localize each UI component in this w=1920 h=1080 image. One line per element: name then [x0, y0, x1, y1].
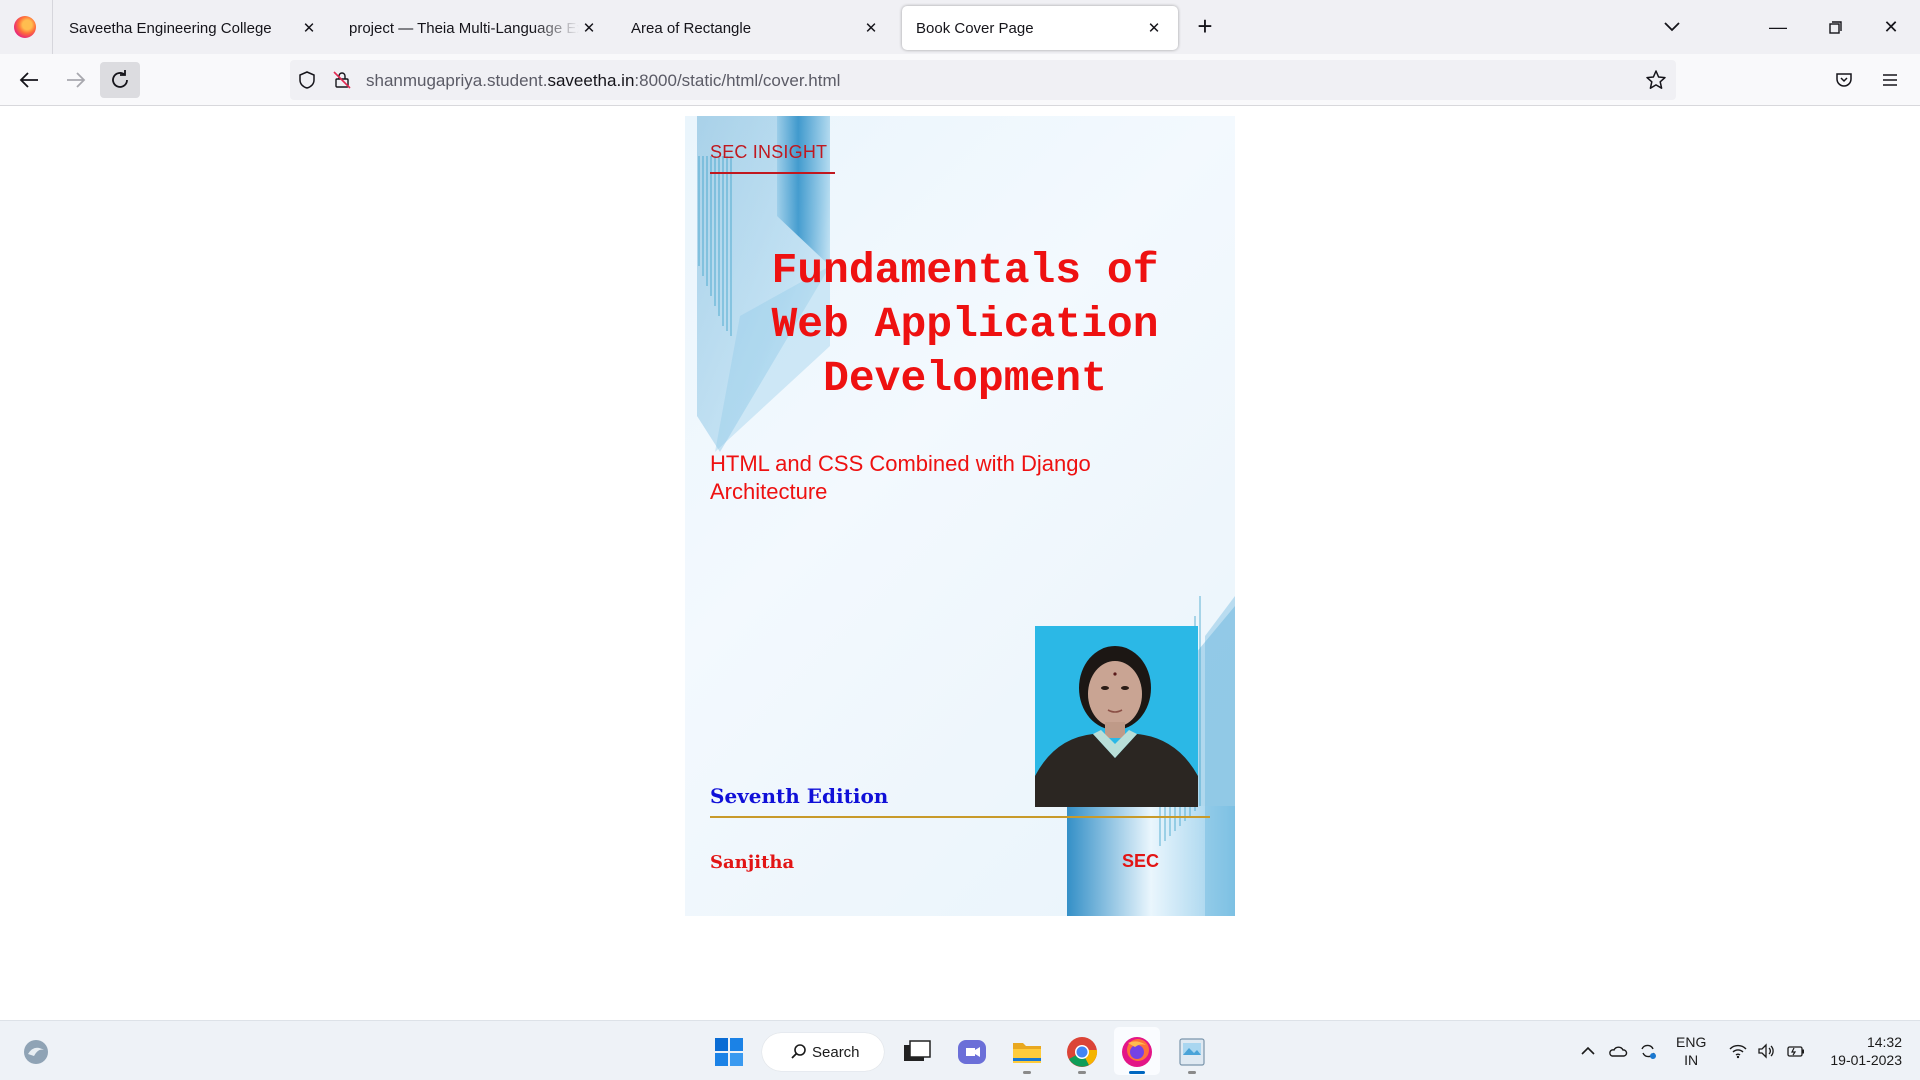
tab-book-cover-page[interactable]: Book Cover Page ✕	[902, 6, 1178, 50]
search-label: Search	[812, 1043, 860, 1061]
bookmark-star-icon[interactable]	[1645, 69, 1667, 91]
tab-saveetha[interactable]: Saveetha Engineering College ✕	[55, 6, 333, 50]
paint-icon[interactable]	[1175, 1035, 1209, 1069]
back-icon[interactable]	[10, 62, 50, 98]
chrome-icon[interactable]	[1065, 1035, 1099, 1069]
close-icon[interactable]: ✕	[1144, 19, 1164, 37]
taskbar-search[interactable]: Search	[762, 1033, 884, 1071]
teams-chat-icon[interactable]	[955, 1035, 989, 1069]
edition-label: Seventh Edition	[710, 784, 889, 808]
tab-bar: Saveetha Engineering College ✕ project —…	[0, 0, 1920, 54]
active-indicator	[1129, 1071, 1145, 1074]
url-host: saveetha.in	[547, 71, 635, 90]
tab-title: Saveetha Engineering College	[69, 19, 272, 37]
chevron-up-icon[interactable]	[1578, 1041, 1598, 1061]
pocket-icon[interactable]	[1834, 70, 1854, 90]
author-photo	[1035, 626, 1198, 807]
url-prefix: shanmugapriya.student.	[366, 71, 548, 90]
author-name: Sanjitha	[710, 852, 795, 873]
title-line: Web Application	[771, 300, 1159, 349]
tab-area-of-rectangle[interactable]: Area of Rectangle ✕	[617, 6, 895, 50]
widgets-icon[interactable]	[22, 1038, 50, 1066]
running-indicator	[1188, 1071, 1196, 1074]
close-icon[interactable]: ✕	[299, 19, 319, 37]
windows-start-icon[interactable]	[712, 1035, 746, 1069]
clock-date: 19-01-2023	[1830, 1052, 1902, 1068]
forward-icon[interactable]	[55, 62, 95, 98]
insecure-lock-icon[interactable]	[332, 70, 352, 90]
sync-icon[interactable]	[1638, 1041, 1658, 1061]
close-icon[interactable]: ✕	[579, 19, 599, 37]
tab-separator	[52, 0, 53, 54]
volume-icon[interactable]	[1756, 1041, 1776, 1061]
list-all-tabs-icon[interactable]	[1660, 14, 1684, 38]
title-line: Fundamentals of	[771, 246, 1159, 295]
tab-title: project — Theia Multi-Language Ex	[349, 19, 579, 37]
book-subtitle: HTML and CSS Combined with Django Archit…	[710, 451, 1091, 504]
file-explorer-icon[interactable]	[1010, 1035, 1044, 1069]
brand-underline	[710, 172, 835, 174]
battery-icon[interactable]	[1786, 1041, 1806, 1061]
language-indicator[interactable]: ENG IN	[1676, 1033, 1706, 1069]
publisher-label: SEC	[1122, 851, 1160, 871]
clock-time: 14:32	[1866, 1034, 1902, 1050]
close-window-icon[interactable]: ✕	[1876, 12, 1906, 42]
system-clock[interactable]: 14:32 19-01-2023	[1820, 1033, 1902, 1069]
edition-rule	[710, 816, 1210, 818]
firefox-icon[interactable]	[1120, 1035, 1154, 1069]
running-indicator	[1078, 1071, 1086, 1074]
language-code: ENG	[1676, 1034, 1707, 1050]
close-icon[interactable]: ✕	[861, 19, 881, 37]
url-path: :8000/static/html/cover.html	[634, 71, 841, 90]
new-tab-button[interactable]: +	[1190, 12, 1220, 42]
tab-title: Book Cover Page	[916, 19, 1034, 37]
running-indicator	[1023, 1071, 1031, 1074]
tab-title: Area of Rectangle	[631, 19, 752, 37]
author-portrait-image	[1035, 626, 1198, 807]
search-icon	[791, 1044, 806, 1059]
minimize-icon[interactable]: —	[1763, 12, 1793, 42]
book-title: Fundamentals of Web Application Developm…	[725, 244, 1205, 406]
tab-theia[interactable]: project — Theia Multi-Language Ex ✕	[335, 6, 613, 50]
title-line: Development	[823, 354, 1107, 403]
region-code: IN	[1684, 1052, 1699, 1068]
url-bar[interactable]: shanmugapriya.student.saveetha.in:8000/s…	[290, 60, 1676, 100]
task-view-icon[interactable]	[900, 1035, 934, 1069]
reload-icon[interactable]	[100, 62, 140, 98]
restore-icon[interactable]	[1820, 12, 1850, 42]
onedrive-icon[interactable]	[1608, 1041, 1628, 1061]
menu-icon[interactable]	[1880, 70, 1900, 90]
navigation-toolbar: shanmugapriya.student.saveetha.in:8000/s…	[0, 54, 1920, 106]
taskbar: Search ENG IN 14:32 19-01-2023	[0, 1020, 1920, 1080]
firefox-icon[interactable]	[14, 16, 36, 38]
book-cover: SEC INSIGHT Fundamentals of Web Applicat…	[685, 116, 1235, 916]
wifi-icon[interactable]	[1728, 1041, 1748, 1061]
brand-label: SEC INSIGHT	[710, 142, 828, 162]
shield-icon[interactable]	[297, 70, 317, 90]
url-text[interactable]: shanmugapriya.student.saveetha.in:8000/s…	[366, 71, 840, 91]
